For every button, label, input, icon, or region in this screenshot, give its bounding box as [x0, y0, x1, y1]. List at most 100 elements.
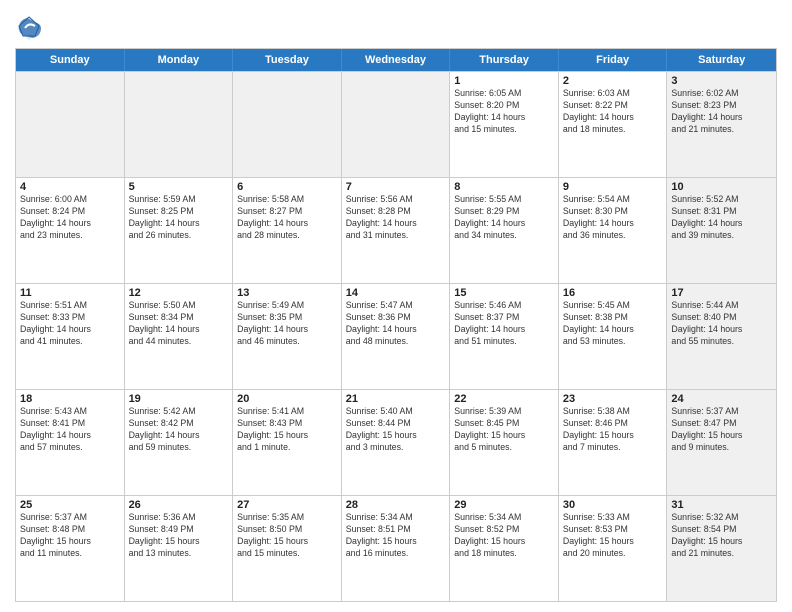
calendar-day-25: 25Sunrise: 5:37 AM Sunset: 8:48 PM Dayli… [16, 496, 125, 601]
day-number: 26 [129, 499, 229, 511]
day-number: 19 [129, 393, 229, 405]
calendar-day-27: 27Sunrise: 5:35 AM Sunset: 8:50 PM Dayli… [233, 496, 342, 601]
day-number: 2 [563, 75, 663, 87]
weekday-header-monday: Monday [125, 49, 234, 71]
day-info: Sunrise: 5:59 AM Sunset: 8:25 PM Dayligh… [129, 194, 229, 242]
calendar-cell-empty-0-0 [16, 72, 125, 177]
calendar-day-19: 19Sunrise: 5:42 AM Sunset: 8:42 PM Dayli… [125, 390, 234, 495]
day-info: Sunrise: 5:40 AM Sunset: 8:44 PM Dayligh… [346, 406, 446, 454]
day-number: 25 [20, 499, 120, 511]
day-number: 24 [671, 393, 772, 405]
calendar-day-31: 31Sunrise: 5:32 AM Sunset: 8:54 PM Dayli… [667, 496, 776, 601]
day-info: Sunrise: 5:50 AM Sunset: 8:34 PM Dayligh… [129, 300, 229, 348]
day-info: Sunrise: 5:34 AM Sunset: 8:52 PM Dayligh… [454, 512, 554, 560]
calendar-body: 1Sunrise: 6:05 AM Sunset: 8:20 PM Daylig… [16, 71, 776, 601]
day-number: 21 [346, 393, 446, 405]
weekday-header-sunday: Sunday [16, 49, 125, 71]
day-info: Sunrise: 5:45 AM Sunset: 8:38 PM Dayligh… [563, 300, 663, 348]
calendar-day-14: 14Sunrise: 5:47 AM Sunset: 8:36 PM Dayli… [342, 284, 451, 389]
day-info: Sunrise: 6:02 AM Sunset: 8:23 PM Dayligh… [671, 88, 772, 136]
day-number: 27 [237, 499, 337, 511]
day-info: Sunrise: 5:36 AM Sunset: 8:49 PM Dayligh… [129, 512, 229, 560]
day-number: 12 [129, 287, 229, 299]
day-number: 10 [671, 181, 772, 193]
calendar-day-10: 10Sunrise: 5:52 AM Sunset: 8:31 PM Dayli… [667, 178, 776, 283]
calendar-cell-empty-0-1 [125, 72, 234, 177]
day-number: 30 [563, 499, 663, 511]
calendar-day-15: 15Sunrise: 5:46 AM Sunset: 8:37 PM Dayli… [450, 284, 559, 389]
day-info: Sunrise: 5:35 AM Sunset: 8:50 PM Dayligh… [237, 512, 337, 560]
day-number: 4 [20, 181, 120, 193]
calendar-day-3: 3Sunrise: 6:02 AM Sunset: 8:23 PM Daylig… [667, 72, 776, 177]
calendar-day-16: 16Sunrise: 5:45 AM Sunset: 8:38 PM Dayli… [559, 284, 668, 389]
day-number: 5 [129, 181, 229, 193]
page: SundayMondayTuesdayWednesdayThursdayFrid… [0, 0, 792, 612]
calendar-day-9: 9Sunrise: 5:54 AM Sunset: 8:30 PM Daylig… [559, 178, 668, 283]
calendar-row-4: 18Sunrise: 5:43 AM Sunset: 8:41 PM Dayli… [16, 389, 776, 495]
logo-icon [15, 14, 43, 42]
day-info: Sunrise: 5:37 AM Sunset: 8:47 PM Dayligh… [671, 406, 772, 454]
day-number: 29 [454, 499, 554, 511]
calendar-day-7: 7Sunrise: 5:56 AM Sunset: 8:28 PM Daylig… [342, 178, 451, 283]
day-info: Sunrise: 5:58 AM Sunset: 8:27 PM Dayligh… [237, 194, 337, 242]
day-number: 6 [237, 181, 337, 193]
day-info: Sunrise: 5:43 AM Sunset: 8:41 PM Dayligh… [20, 406, 120, 454]
day-info: Sunrise: 5:55 AM Sunset: 8:29 PM Dayligh… [454, 194, 554, 242]
day-info: Sunrise: 6:00 AM Sunset: 8:24 PM Dayligh… [20, 194, 120, 242]
calendar-day-28: 28Sunrise: 5:34 AM Sunset: 8:51 PM Dayli… [342, 496, 451, 601]
day-info: Sunrise: 5:47 AM Sunset: 8:36 PM Dayligh… [346, 300, 446, 348]
calendar-day-26: 26Sunrise: 5:36 AM Sunset: 8:49 PM Dayli… [125, 496, 234, 601]
day-number: 9 [563, 181, 663, 193]
day-number: 13 [237, 287, 337, 299]
calendar-day-1: 1Sunrise: 6:05 AM Sunset: 8:20 PM Daylig… [450, 72, 559, 177]
calendar-day-21: 21Sunrise: 5:40 AM Sunset: 8:44 PM Dayli… [342, 390, 451, 495]
day-number: 11 [20, 287, 120, 299]
day-number: 1 [454, 75, 554, 87]
day-info: Sunrise: 5:33 AM Sunset: 8:53 PM Dayligh… [563, 512, 663, 560]
calendar-row-5: 25Sunrise: 5:37 AM Sunset: 8:48 PM Dayli… [16, 495, 776, 601]
calendar-day-22: 22Sunrise: 5:39 AM Sunset: 8:45 PM Dayli… [450, 390, 559, 495]
header [15, 10, 777, 42]
day-info: Sunrise: 5:41 AM Sunset: 8:43 PM Dayligh… [237, 406, 337, 454]
day-info: Sunrise: 5:56 AM Sunset: 8:28 PM Dayligh… [346, 194, 446, 242]
day-number: 20 [237, 393, 337, 405]
day-info: Sunrise: 5:37 AM Sunset: 8:48 PM Dayligh… [20, 512, 120, 560]
calendar-day-8: 8Sunrise: 5:55 AM Sunset: 8:29 PM Daylig… [450, 178, 559, 283]
day-info: Sunrise: 5:51 AM Sunset: 8:33 PM Dayligh… [20, 300, 120, 348]
day-info: Sunrise: 6:03 AM Sunset: 8:22 PM Dayligh… [563, 88, 663, 136]
calendar-cell-empty-0-3 [342, 72, 451, 177]
day-info: Sunrise: 5:49 AM Sunset: 8:35 PM Dayligh… [237, 300, 337, 348]
calendar-day-13: 13Sunrise: 5:49 AM Sunset: 8:35 PM Dayli… [233, 284, 342, 389]
day-number: 22 [454, 393, 554, 405]
day-info: Sunrise: 5:54 AM Sunset: 8:30 PM Dayligh… [563, 194, 663, 242]
calendar-cell-empty-0-2 [233, 72, 342, 177]
calendar-day-11: 11Sunrise: 5:51 AM Sunset: 8:33 PM Dayli… [16, 284, 125, 389]
calendar-day-29: 29Sunrise: 5:34 AM Sunset: 8:52 PM Dayli… [450, 496, 559, 601]
day-number: 15 [454, 287, 554, 299]
weekday-header-wednesday: Wednesday [342, 49, 451, 71]
calendar-row-3: 11Sunrise: 5:51 AM Sunset: 8:33 PM Dayli… [16, 283, 776, 389]
day-number: 23 [563, 393, 663, 405]
day-info: Sunrise: 5:39 AM Sunset: 8:45 PM Dayligh… [454, 406, 554, 454]
day-info: Sunrise: 5:44 AM Sunset: 8:40 PM Dayligh… [671, 300, 772, 348]
day-info: Sunrise: 5:38 AM Sunset: 8:46 PM Dayligh… [563, 406, 663, 454]
calendar-day-5: 5Sunrise: 5:59 AM Sunset: 8:25 PM Daylig… [125, 178, 234, 283]
day-number: 7 [346, 181, 446, 193]
day-info: Sunrise: 5:46 AM Sunset: 8:37 PM Dayligh… [454, 300, 554, 348]
day-number: 18 [20, 393, 120, 405]
calendar-row-2: 4Sunrise: 6:00 AM Sunset: 8:24 PM Daylig… [16, 177, 776, 283]
day-info: Sunrise: 5:52 AM Sunset: 8:31 PM Dayligh… [671, 194, 772, 242]
weekday-header-thursday: Thursday [450, 49, 559, 71]
calendar-day-30: 30Sunrise: 5:33 AM Sunset: 8:53 PM Dayli… [559, 496, 668, 601]
calendar-day-17: 17Sunrise: 5:44 AM Sunset: 8:40 PM Dayli… [667, 284, 776, 389]
day-info: Sunrise: 5:32 AM Sunset: 8:54 PM Dayligh… [671, 512, 772, 560]
day-number: 3 [671, 75, 772, 87]
calendar-day-23: 23Sunrise: 5:38 AM Sunset: 8:46 PM Dayli… [559, 390, 668, 495]
day-info: Sunrise: 6:05 AM Sunset: 8:20 PM Dayligh… [454, 88, 554, 136]
day-number: 31 [671, 499, 772, 511]
calendar-row-1: 1Sunrise: 6:05 AM Sunset: 8:20 PM Daylig… [16, 71, 776, 177]
weekday-header-tuesday: Tuesday [233, 49, 342, 71]
day-number: 8 [454, 181, 554, 193]
calendar-day-24: 24Sunrise: 5:37 AM Sunset: 8:47 PM Dayli… [667, 390, 776, 495]
weekday-header-friday: Friday [559, 49, 668, 71]
